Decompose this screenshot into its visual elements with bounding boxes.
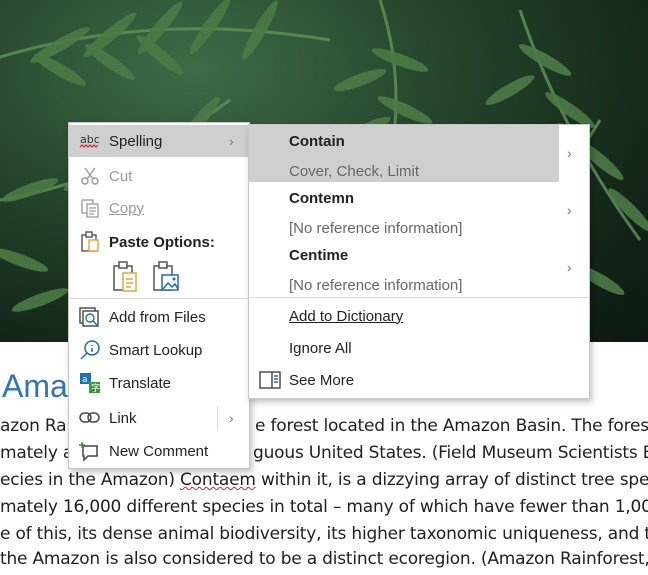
line-text: mately 16,000 different species in total… [0, 497, 648, 517]
misspelled-word[interactable]: Contaem [180, 470, 256, 490]
translate-icon: a字 [79, 372, 101, 394]
copy-icon [79, 197, 101, 219]
add-from-files-menu-item[interactable]: Add from Files [69, 301, 249, 333]
suggestion-word: Contemn [289, 190, 354, 207]
chevron-right-icon: › [229, 133, 234, 149]
paragraph-line[interactable]: mately 16,000 different species in total… [0, 497, 648, 523]
paste-picture-icon[interactable] [151, 260, 181, 294]
chevron-right-icon[interactable]: › [567, 259, 572, 275]
menu-separator [249, 297, 589, 298]
paragraph-line[interactable]: ecies in the Amazon) Contaem within it, … [0, 470, 648, 496]
line-text: ecies in the Amazon) [0, 470, 180, 490]
spelling-menu-item[interactable]: abc Spelling › [69, 125, 249, 157]
copy-menu-item[interactable]: Copy [69, 192, 249, 224]
paste-options-label: Paste Options: [109, 233, 215, 251]
suggestion-centime[interactable]: Centime [No reference information] [249, 239, 559, 296]
line-text: within it, is a dizzying array of distin… [255, 470, 648, 490]
line-text: the Amazon is also considered to be a di… [0, 549, 648, 569]
see-more-item[interactable]: See More [249, 364, 589, 396]
paste-options-header: Paste Options: [69, 226, 249, 258]
new-comment-menu-item[interactable]: New Comment [69, 435, 249, 467]
svg-text:字: 字 [91, 382, 100, 394]
abc-spelling-icon: abc [79, 130, 101, 152]
clipboard-icon [79, 231, 101, 253]
spelling-submenu: Contain Cover, Check, Limit › Contemn [N… [248, 124, 590, 399]
link-label: Link [109, 409, 137, 427]
add-to-dictionary-item[interactable]: Add to Dictionary [249, 300, 589, 332]
suggestion-contemn[interactable]: Contemn [No reference information] [249, 182, 559, 239]
scissors-icon [79, 165, 101, 187]
context-menu: abc Spelling › Cut Copy Paste Options: A… [68, 122, 250, 469]
menu-separator [69, 298, 249, 299]
see-more-icon [259, 369, 281, 391]
line-text: guous United States. (Field Museum Scien… [253, 443, 648, 463]
svg-text:abc: abc [80, 133, 100, 146]
svg-text:a: a [82, 375, 88, 385]
cut-menu-item[interactable]: Cut [69, 160, 249, 192]
paste-keep-formatting-icon[interactable] [111, 260, 141, 294]
translate-menu-item[interactable]: a字 Translate [69, 367, 249, 399]
suggestion-word: Centime [289, 247, 349, 264]
new-comment-icon [79, 440, 101, 462]
smart-lookup-icon [79, 339, 101, 361]
chevron-right-icon[interactable]: › [567, 202, 572, 218]
suggestion-synonyms: [No reference information] [289, 277, 463, 294]
smart-lookup-menu-item[interactable]: Smart Lookup [69, 334, 249, 366]
add-from-files-icon [79, 306, 101, 328]
new-comment-label: New Comment [109, 442, 209, 460]
line-text: e forest located in the Amazon Basin. Th… [255, 416, 648, 436]
cut-label: Cut [109, 167, 133, 185]
line-text: mately a [0, 443, 74, 463]
ignore-all-item[interactable]: Ignore All [249, 332, 589, 364]
line-text: e of this, its dense animal biodiversity… [0, 524, 648, 544]
paragraph-line[interactable]: azon Rai e forest located in the Amazon B… [0, 416, 648, 442]
ignore-all-label: Ignore All [289, 339, 352, 357]
spelling-label: Spelling [109, 132, 163, 150]
add-from-files-label: Add from Files [109, 308, 206, 326]
split-divider [217, 406, 218, 430]
suggestion-synonyms: [No reference information] [289, 220, 463, 237]
add-to-dictionary-label: Add to Dictionary [289, 307, 404, 325]
paragraph-line[interactable]: mately a guous United States. (Field Muse… [0, 443, 648, 469]
link-menu-item[interactable]: Link › [69, 402, 249, 434]
paragraph-line[interactable]: the Amazon is also considered to be a di… [0, 549, 648, 575]
translate-label: Translate [109, 374, 171, 392]
line-text: azon Rai [0, 416, 71, 436]
heading-text-left: Ama [2, 368, 68, 404]
copy-label: Copy [109, 199, 145, 217]
link-icon [79, 407, 101, 429]
smart-lookup-label: Smart Lookup [109, 341, 203, 359]
chevron-right-icon[interactable]: › [229, 410, 234, 426]
paragraph-line[interactable]: e of this, its dense animal biodiversity… [0, 524, 648, 550]
suggestion-contain[interactable]: Contain Cover, Check, Limit [249, 125, 559, 182]
suggestion-word: Contain [289, 133, 345, 150]
suggestion-synonyms: Cover, Check, Limit [289, 163, 420, 180]
see-more-label: See More [289, 371, 355, 389]
chevron-right-icon[interactable]: › [567, 145, 572, 161]
